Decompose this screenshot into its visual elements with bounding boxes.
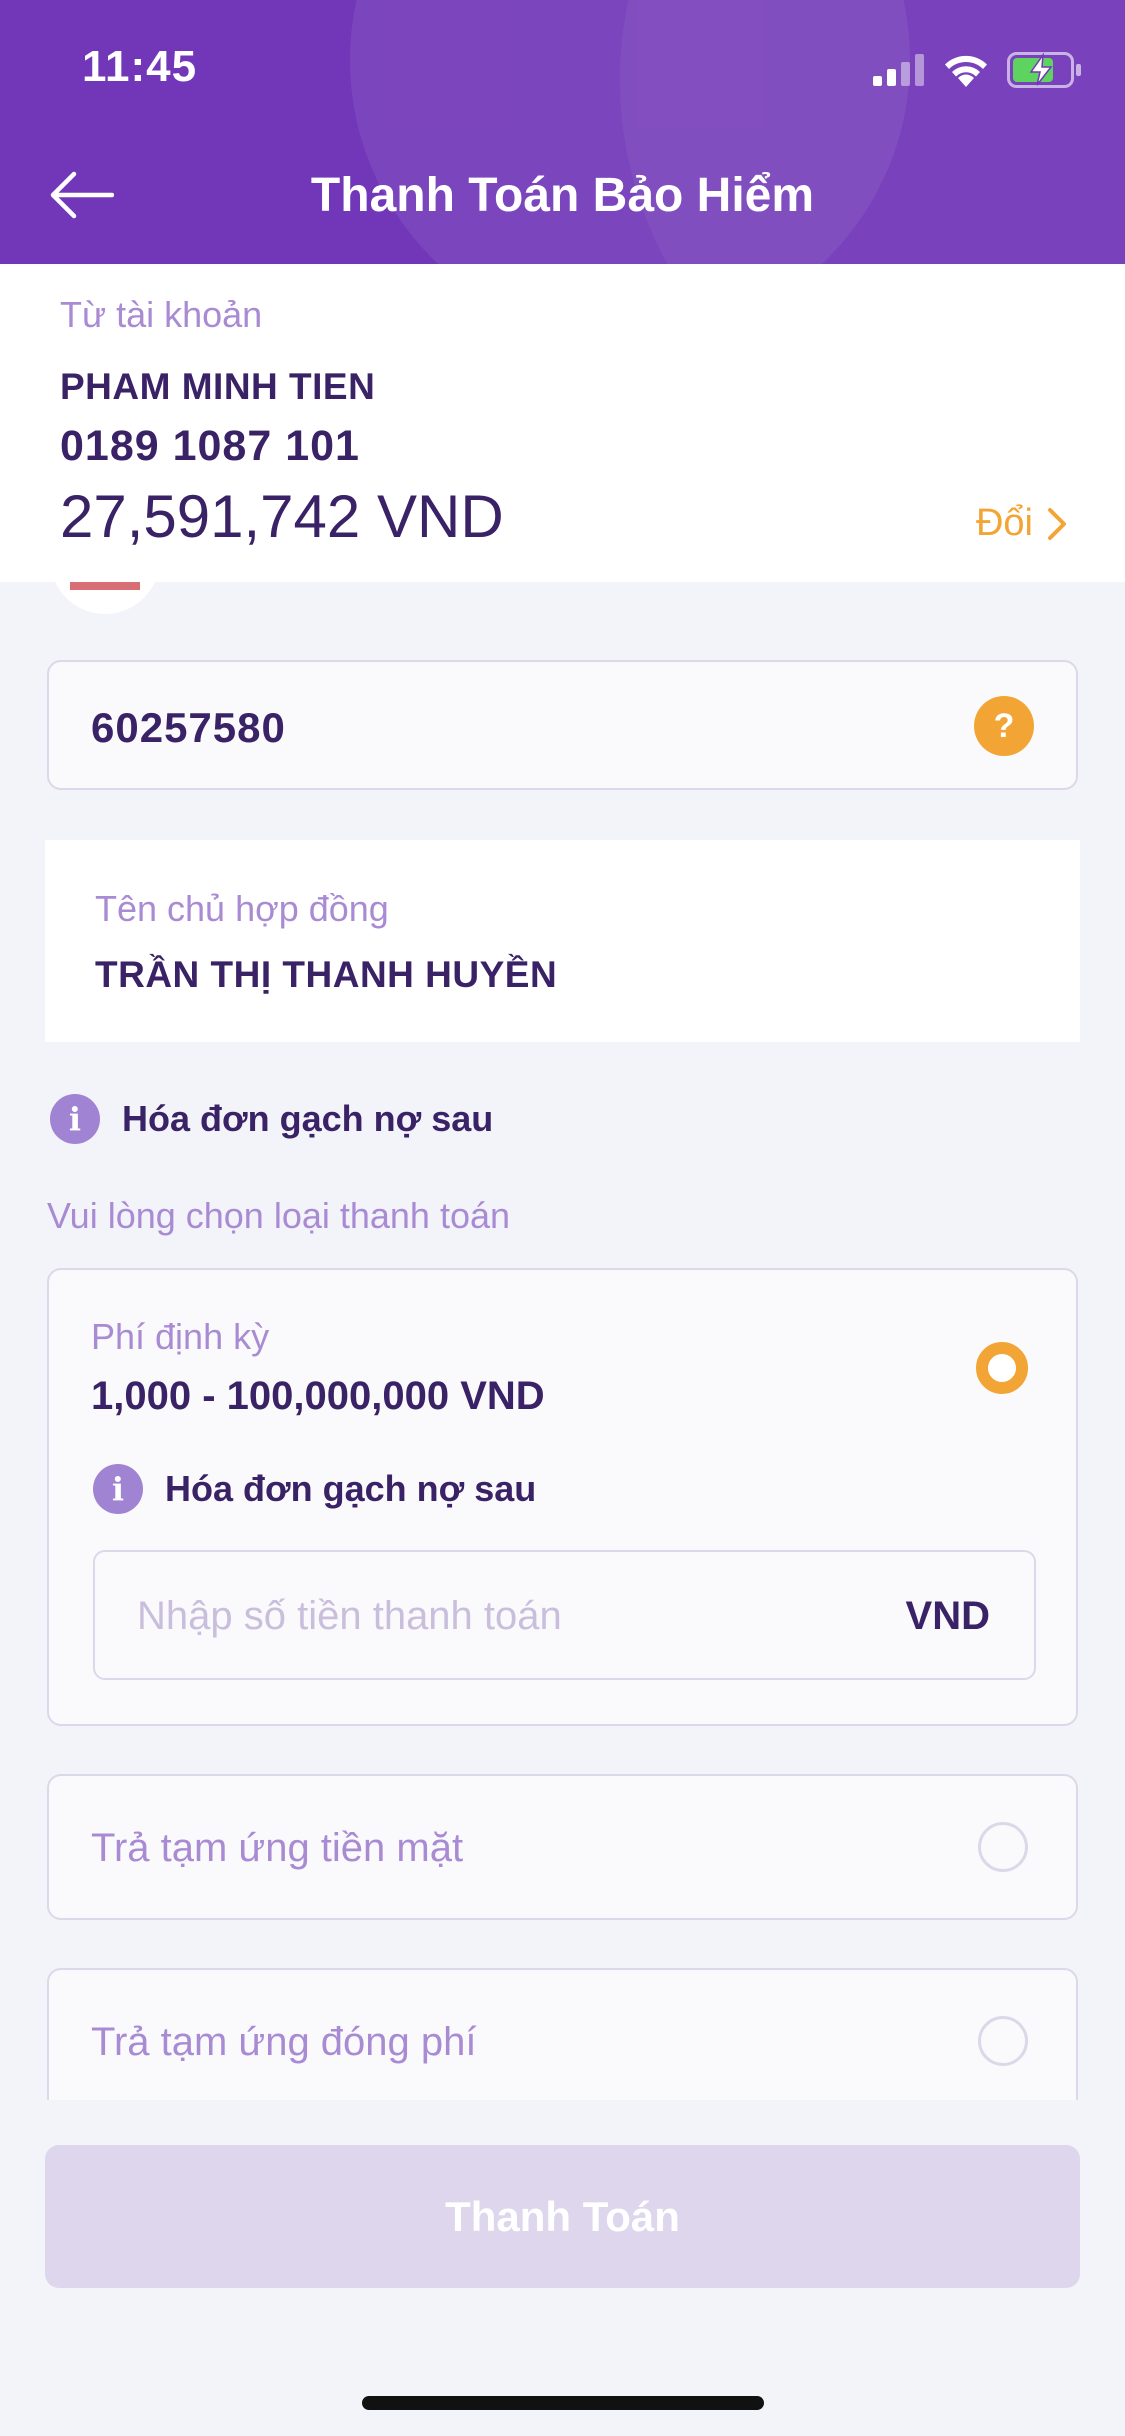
logo-mark — [70, 582, 140, 590]
info-note-text: Hóa đơn gạch nợ sau — [165, 1468, 537, 1509]
contract-owner-name: TRẦN THỊ THANH HUYỀN — [95, 954, 558, 995]
status-time: 11:45 — [82, 42, 198, 91]
info-note-text: Hóa đơn gạch nợ sau — [122, 1098, 494, 1139]
signal-icon — [873, 54, 924, 86]
payment-option-cash-advance[interactable]: Trả tạm ứng tiền mặt — [47, 1774, 1078, 1920]
source-account-card: Từ tài khoản PHAM MINH TIEN 0189 1087 10… — [0, 264, 1125, 582]
header: 11:45 Thanh Toán Bảo Hiểm — [0, 0, 1125, 264]
pay-button[interactable]: Thanh Toán — [45, 2145, 1080, 2288]
home-indicator[interactable] — [362, 2396, 764, 2410]
contract-number-field[interactable]: 60257580 ? — [47, 660, 1078, 790]
info-icon: i — [93, 1464, 143, 1514]
amount-placeholder: Nhập số tiền thanh toán — [137, 1594, 562, 1638]
info-note: i Hóa đơn gạch nợ sau — [93, 1464, 536, 1514]
header-decoration — [620, 0, 1125, 264]
account-balance: 27,591,742 VND — [60, 483, 504, 550]
battery-charging-icon — [1007, 52, 1081, 88]
contract-number-value: 60257580 — [91, 704, 286, 751]
contract-owner-label: Tên chủ hợp đồng — [95, 888, 389, 929]
account-label: Từ tài khoản — [60, 294, 263, 335]
payment-option-label: Trả tạm ứng đóng phí — [91, 2020, 477, 2064]
info-note: i Hóa đơn gạch nợ sau — [50, 1094, 493, 1144]
status-icons — [873, 50, 1083, 90]
payment-option-label: Phí định kỳ — [91, 1316, 270, 1357]
amount-input[interactable]: Nhập số tiền thanh toán VND — [93, 1550, 1036, 1680]
info-icon: i — [50, 1094, 100, 1144]
radio-unselected[interactable] — [978, 2016, 1028, 2066]
wifi-icon — [945, 55, 987, 87]
account-number: 0189 1087 101 — [60, 422, 360, 470]
payment-type-prompt: Vui lòng chọn loại thanh toán — [47, 1195, 511, 1236]
help-icon[interactable]: ? — [974, 696, 1034, 756]
account-holder-name: PHAM MINH TIEN — [60, 366, 376, 407]
change-account-button[interactable]: Đổi — [976, 502, 1067, 545]
payment-option-label: Trả tạm ứng tiền mặt — [91, 1826, 464, 1870]
radio-unselected[interactable] — [978, 1822, 1028, 1872]
contract-owner-card: Tên chủ hợp đồng TRẦN THỊ THANH HUYỀN — [45, 840, 1080, 1042]
chevron-right-icon — [1048, 507, 1066, 540]
payment-option-periodic[interactable]: Phí định kỳ 1,000 - 100,000,000 VND i Hó… — [47, 1268, 1078, 1726]
page-title: Thanh Toán Bảo Hiểm — [310, 169, 815, 222]
radio-selected[interactable] — [976, 1342, 1028, 1394]
amount-unit: VND — [905, 1594, 990, 1638]
payment-option-range: 1,000 - 100,000,000 VND — [91, 1374, 545, 1418]
change-account-label: Đổi — [975, 502, 1033, 544]
